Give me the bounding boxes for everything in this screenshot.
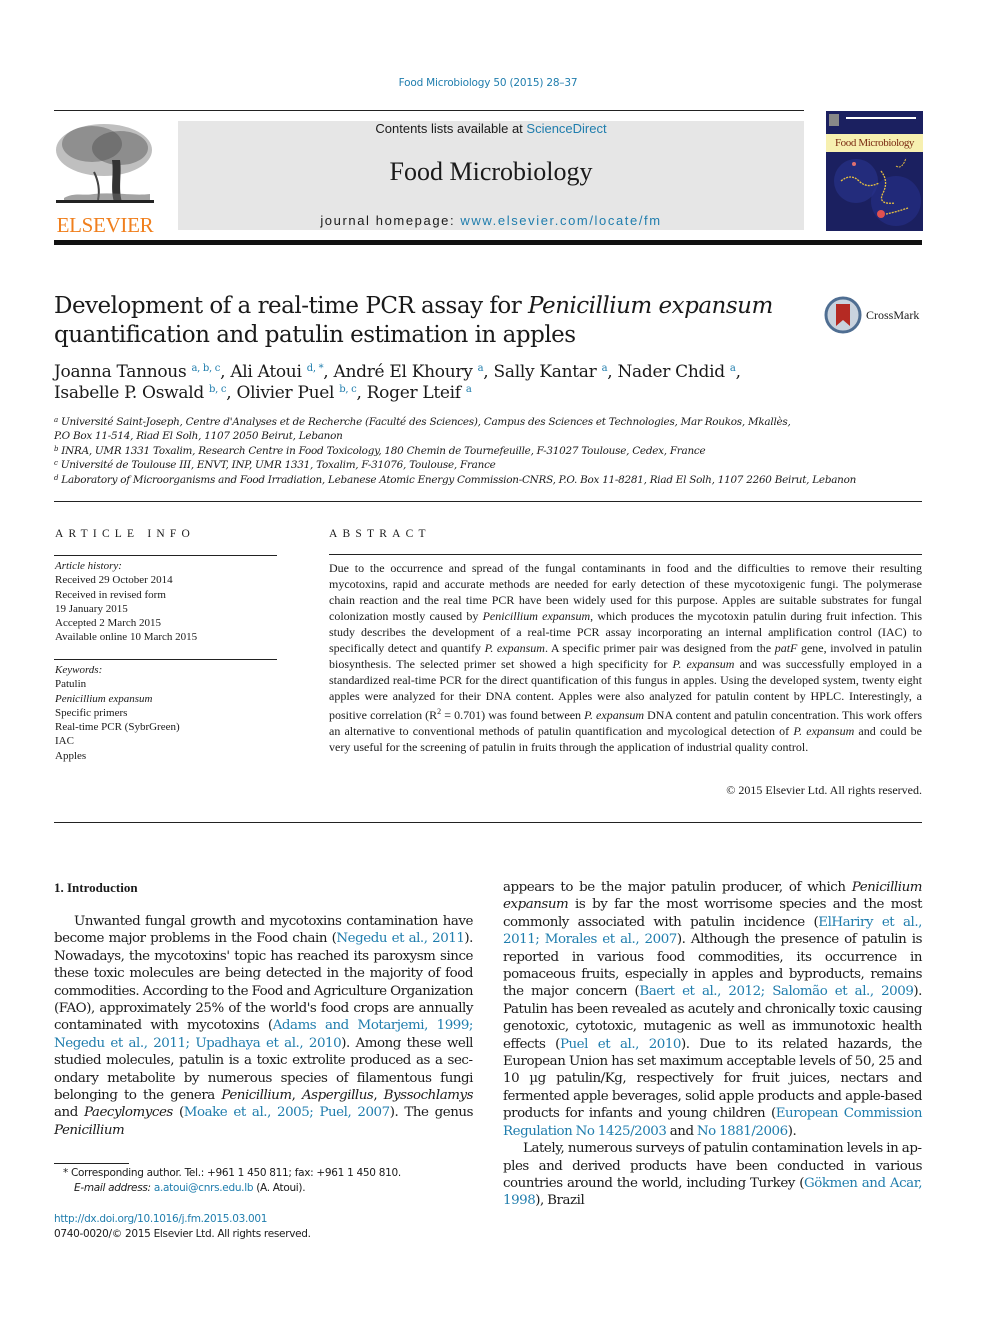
journal-homepage: journal homepage: www.elsevier.com/locat… [178,213,804,228]
crossmark-label: CrossMark [866,307,920,322]
abstract-rule [329,554,922,555]
author[interactable]: Ali Atoui d, * [230,362,323,382]
cover-micrograph-icon [826,111,923,231]
title-text-end: quantification and patulin estimation in… [54,322,576,348]
elsevier-logo[interactable]: ELSEVIER [54,120,156,237]
affiliation-a-cont: P.O Box 11-514, Riad El Solh, 1107 2050 … [54,430,343,443]
history-label: Article history: [55,560,122,572]
abstract-heading: ABSTRACT [329,528,431,540]
history-item: Available online 10 March 2015 [55,631,198,644]
article-info-rule [54,555,277,556]
keywords-rule [54,659,277,660]
elsevier-tree-icon [54,120,156,208]
doi-block: http://dx.doi.org/10.1016/j.fm.2015.03.0… [54,1212,464,1241]
author-affiliation-marker[interactable]: a [466,384,472,395]
journal-cover-image[interactable]: Food Microbiology [826,111,923,231]
citation-link[interactable]: Baert et al., 2012; Salomão et al., 2009 [639,984,914,999]
history-item: 19 January 2015 [55,602,128,615]
keyword: Specific primers [55,706,128,719]
author[interactable]: Sally Kantar a [494,362,608,382]
title-species: Penicillium expansum [528,293,773,319]
article-info-heading: ARTICLE INFO [55,528,195,540]
abstract-body: Due to the occurrence and spread of the … [329,561,923,754]
corresponding-author-contact: * Corresponding author. Tel.: +961 1 450… [63,1167,401,1179]
author-affiliation-marker[interactable]: a, b, c [192,363,221,374]
author-affiliation-marker[interactable]: b, c [209,384,226,395]
history-item: Accepted 2 March 2015 [55,617,161,630]
keyword: Patulin [55,678,87,691]
cover-title-band: Food Microbiology [826,134,923,152]
intro-paragraph-right: appears to be the major patulin producer… [503,880,922,1139]
keywords: Keywords: Patulin Penicillium expansum S… [55,663,285,763]
intro-column-right: appears to be the major patulin producer… [503,879,922,1210]
contents-prefix: Contents lists available at [375,121,527,136]
author[interactable]: Olivier Puel b, c [236,383,356,403]
affiliation-d: d Laboratory of Microorganisms and Food … [54,473,857,486]
header-top-rule [54,110,804,111]
article-history: Article history: Received 29 October 201… [55,559,285,645]
keyword: Penicillium expansum [55,692,153,705]
author[interactable]: André El Khoury a [334,362,484,382]
author-affiliation-marker[interactable]: a [730,363,736,374]
homepage-prefix: journal homepage: [320,213,461,228]
author-affiliation-marker[interactable]: d, * [307,363,324,374]
journal-masthead: Contents lists available at ScienceDirec… [178,121,804,230]
affiliation-b: b INRA, UMR 1331 Toxalim, Research Centr… [54,444,706,457]
keyword: Real-time PCR (SybrGreen) [55,721,180,734]
citation-link[interactable]: Puel et al., 2010 [560,1037,682,1052]
affiliation-c: c Université de Toulouse III, ENVT, INP,… [54,459,496,472]
intro-paragraph-right-2: Lately, numerous surveys of patulin cont… [503,1141,923,1209]
email-line: E-mail address: a.atoui@cnrs.edu.lb (A. … [74,1182,306,1194]
corresponding-author-footnote: * Corresponding author. Tel.: +961 1 450… [63,1166,473,1196]
issn-copyright: 0740-0020/© 2015 Elsevier Ltd. All right… [54,1227,311,1240]
keywords-label: Keywords: [55,664,103,676]
author[interactable]: Nader Chdid a [617,362,735,382]
author[interactable]: Isabelle P. Oswald b, c [54,383,227,403]
footnote-rule [54,1163,129,1164]
sciencedirect-link[interactable]: ScienceDirect [526,121,606,136]
affiliation-rule [54,501,922,502]
author-list: Joanna Tannous a, b, c, Ali Atoui d, *, … [54,362,741,403]
keyword: Apples [55,749,87,762]
email-link[interactable]: a.atoui@cnrs.edu.lb [154,1182,254,1194]
section-heading-introduction: 1. Introduction [54,880,138,895]
article-title: Development of a real-time PCR assay for… [54,292,794,350]
contents-availability: Contents lists available at ScienceDirec… [178,121,804,137]
affiliations: a Université Saint-Joseph, Centre d'Anal… [54,415,914,487]
abstract-copyright: © 2015 Elsevier Ltd. All rights reserved… [726,783,922,797]
history-item: Received 29 October 2014 [55,574,173,587]
citation-link[interactable]: No 1881/2006 [697,1124,788,1139]
citation-link[interactable]: Moake et al., 2005; Puel, 2007 [184,1105,390,1120]
author-affiliation-marker[interactable]: a [602,363,608,374]
title-text: Development of a real-time PCR assay for [54,293,529,319]
crossmark-icon [824,296,862,334]
citation-link[interactable]: Negedu et al., 2011 [336,931,464,946]
author-affiliation-marker[interactable]: a [478,363,484,374]
author[interactable]: Roger Lteif a [367,383,472,403]
crossmark-button[interactable]: CrossMark [824,295,924,335]
author-affiliation-marker[interactable]: b, c [339,384,356,395]
header-thick-rule [54,240,922,245]
affiliation-a: a Université Saint-Joseph, Centre d'Anal… [54,416,791,428]
elsevier-wordmark: ELSEVIER [56,213,154,237]
keyword: IAC [55,735,74,748]
author[interactable]: Joanna Tannous a, b, c [54,362,220,382]
intro-paragraph-left: Unwanted fungal growth and mycotoxins co… [54,914,474,1138]
journal-title: Food Microbiology [389,157,593,186]
journal-reference-link[interactable]: Food Microbiology 50 (2015) 28–37 [0,77,976,89]
abstract-end-rule [54,822,922,823]
doi-link[interactable]: http://dx.doi.org/10.1016/j.fm.2015.03.0… [54,1212,464,1227]
history-item: Received in revised form [55,588,166,601]
homepage-link[interactable]: www.elsevier.com/locate/fm [460,213,661,228]
